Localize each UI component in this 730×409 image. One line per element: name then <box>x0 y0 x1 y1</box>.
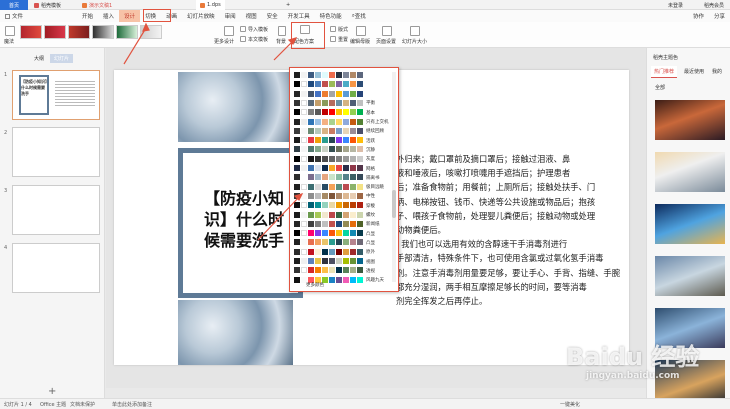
arrow-line <box>257 195 301 241</box>
watermark-brand: Baidu 经验 <box>566 343 700 371</box>
arrow-head <box>293 193 304 202</box>
arrow-line <box>273 39 295 61</box>
watermark-url: jingyan.baidu.com <box>586 371 680 381</box>
arrow-line <box>123 27 147 65</box>
arrow-head <box>142 22 150 32</box>
baidu-watermark: Baidu 经验 jingyan.baidu.com <box>566 333 726 397</box>
arrow-head <box>287 37 298 46</box>
